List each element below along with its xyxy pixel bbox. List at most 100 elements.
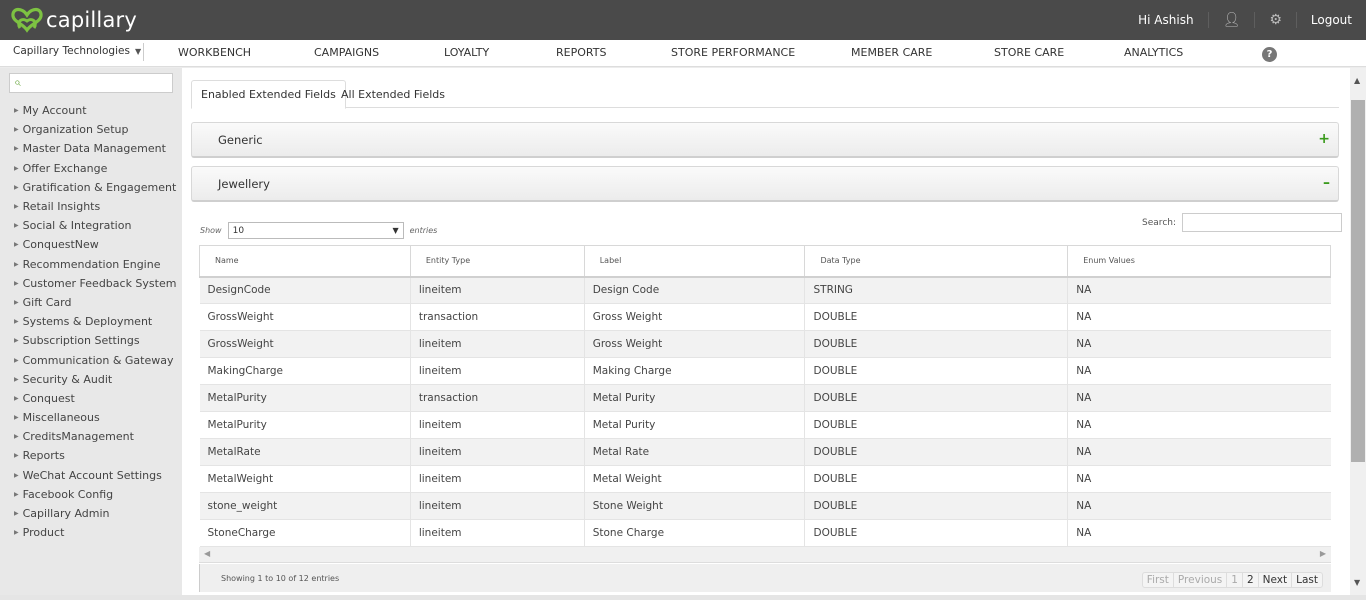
expand-arrow-icon: ▶ (14, 318, 19, 326)
nav-store-care[interactable]: STORE CARE (994, 46, 1064, 59)
pager-2[interactable]: 2 (1241, 573, 1258, 587)
sidebar-item[interactable]: ▶ Retail Insights (14, 197, 176, 216)
expand-arrow-icon: ▶ (14, 510, 19, 518)
tab-enabled-extended-fields[interactable]: Enabled Extended Fields (191, 80, 346, 109)
sidebar-item-label: Retail Insights (22, 200, 101, 214)
sidebar-item[interactable]: ▶ Systems & Deployment (14, 312, 176, 331)
sidebar-item[interactable]: ▶ Gift Card (14, 293, 176, 312)
nav-analytics[interactable]: ANALYTICS (1124, 46, 1183, 59)
pager-previous[interactable]: Previous (1172, 573, 1226, 587)
column-header-enum-values[interactable]: Enum Values (1067, 245, 1331, 278)
scroll-down-icon[interactable]: ▼ (1354, 578, 1360, 587)
expand-arrow-icon: ▶ (14, 490, 19, 498)
settings-button[interactable]: ⚙ (1254, 12, 1296, 28)
cell-name: GrossWeight (199, 330, 411, 358)
sidebar-menu: ▶ My Account ▶ Organization Setup ▶ Master Da… (14, 101, 176, 542)
sidebar-item[interactable]: ▶ Customer Feedback System (14, 274, 176, 293)
cell-label: Metal Rate (584, 438, 806, 466)
sidebar-item-label: Security & Audit (22, 372, 113, 386)
table-row[interactable]: GrossWeight transaction Gross Weight DOUBLE… (199, 303, 1331, 331)
sidebar-item[interactable]: ▶ Capillary Admin (14, 504, 176, 523)
column-header-data-type[interactable]: Data Type (804, 245, 1069, 278)
sidebar-item[interactable]: ▶ Organization Setup (14, 120, 176, 139)
sidebar-search-input[interactable]: ⌕ (9, 73, 173, 93)
scroll-left-icon[interactable]: ◀ (204, 549, 210, 558)
sidebar-item[interactable]: ▶ Reports (14, 446, 176, 465)
cell-label: Gross Weight (584, 303, 806, 331)
scroll-up-icon[interactable]: ▲ (1354, 76, 1360, 85)
cell-data-type: DOUBLE (804, 411, 1069, 439)
sidebar-item[interactable]: ▶ Conquest (14, 389, 176, 408)
sidebar-item[interactable]: ▶ Recommendation Engine (14, 255, 176, 274)
expand-arrow-icon: ▶ (14, 241, 19, 249)
nav-member-care[interactable]: MEMBER CARE (851, 46, 932, 59)
pager-1[interactable]: 1 (1226, 573, 1242, 587)
sidebar-item[interactable]: ▶ Security & Audit (14, 370, 176, 389)
sidebar-item[interactable]: ▶ Social & Integration (14, 216, 176, 235)
pager-last[interactable]: Last (1291, 573, 1322, 587)
sidebar-item[interactable]: ▶ ConquestNew (14, 235, 176, 254)
expand-arrow-icon: ▶ (14, 183, 19, 191)
bottom-edge (0, 595, 1366, 600)
sidebar-item[interactable]: ▶ Product (14, 523, 176, 542)
horizontal-scrollbar[interactable]: ◀ ▶ (199, 547, 1331, 563)
expand-icon[interactable]: + (1318, 131, 1330, 147)
sidebar-item[interactable]: ▶ Miscellaneous (14, 408, 176, 427)
sidebar-item[interactable]: ▶ Offer Exchange (14, 159, 176, 178)
expand-arrow-icon: ▶ (14, 394, 19, 402)
tab-all-extended-fields[interactable]: All Extended Fields (332, 80, 454, 109)
table-row[interactable]: MetalPurity transaction Metal Purity DOUBLE… (199, 384, 1331, 412)
cell-entity-type: lineitem (410, 411, 585, 439)
vertical-scrollbar[interactable]: ▲ ▼ (1350, 68, 1366, 595)
org-selector[interactable]: Capillary Technologies ▼ (13, 45, 141, 57)
column-header-label[interactable]: Label (583, 245, 806, 278)
sidebar-item-label: CreditsManagement (22, 430, 134, 444)
sidebar-item[interactable]: ▶ WeChat Account Settings (14, 466, 176, 485)
nav-reports[interactable]: REPORTS (556, 46, 606, 59)
logo[interactable]: capillary (10, 6, 137, 33)
cell-name: MetalWeight (199, 465, 411, 493)
table-row[interactable]: DesignCode lineitem Design Code STRING NA (199, 276, 1331, 304)
nav-workbench[interactable]: WORKBENCH (178, 46, 251, 59)
table-row[interactable]: StoneCharge lineitem Stone Charge DOUBLE NA (199, 519, 1331, 547)
help-icon[interactable]: ? (1262, 47, 1277, 62)
table-row[interactable]: GrossWeight lineitem Gross Weight DOUBLE NA (199, 330, 1331, 358)
panel-jewellery[interactable]: Jewellery – (191, 166, 1339, 202)
scroll-right-icon[interactable]: ▶ (1320, 549, 1326, 558)
table-row[interactable]: MakingCharge lineitem Making Charge DOUBLE N… (199, 357, 1331, 385)
sidebar-item[interactable]: ▶ Communication & Gateway (14, 350, 176, 369)
cell-data-type: DOUBLE (804, 357, 1069, 385)
pager-first[interactable]: First (1143, 573, 1173, 587)
sidebar-item[interactable]: ▶ Gratification & Engagement (14, 178, 176, 197)
column-header-name[interactable]: Name (199, 245, 411, 278)
sidebar-item[interactable]: ▶ Facebook Config (14, 485, 176, 504)
search-label: Search: (1142, 217, 1176, 228)
cell-name: GrossWeight (199, 303, 411, 331)
sidebar-item[interactable]: ▶ My Account (14, 101, 176, 120)
table-search: Search: (1142, 213, 1342, 232)
nav-campaigns[interactable]: CAMPAIGNS (314, 46, 379, 59)
page-size-select[interactable]: 10 ▼ (227, 222, 404, 239)
user-settings-button[interactable]: 👤︎ (1207, 12, 1255, 28)
scrollbar-thumb[interactable] (1351, 100, 1365, 462)
table-row[interactable]: MetalRate lineitem Metal Rate DOUBLE NA (199, 438, 1331, 466)
expand-arrow-icon: ▶ (14, 145, 19, 153)
sidebar-item-label: ConquestNew (22, 238, 99, 252)
sidebar-item[interactable]: ▶ Subscription Settings (14, 331, 176, 350)
sidebar-item[interactable]: ▶ Master Data Management (14, 139, 176, 158)
panel-generic[interactable]: Generic + (191, 122, 1339, 158)
sidebar-item[interactable]: ▶ CreditsManagement (14, 427, 176, 446)
sidebar-item-label: Customer Feedback System (22, 276, 177, 290)
cell-entity-type: transaction (410, 303, 585, 331)
table-search-input[interactable] (1182, 213, 1342, 232)
collapse-icon[interactable]: – (1323, 175, 1330, 191)
column-header-entity-type[interactable]: Entity Type (409, 245, 585, 278)
pager-next[interactable]: Next (1257, 573, 1291, 587)
table-row[interactable]: stone_weight lineitem Stone Weight DOUBLE NA (199, 492, 1331, 520)
table-row[interactable]: MetalWeight lineitem Metal Weight DOUBLE NA (199, 465, 1331, 493)
table-row[interactable]: MetalPurity lineitem Metal Purity DOUBLE NA (199, 411, 1331, 439)
nav-store-performance[interactable]: STORE PERFORMANCE (671, 46, 795, 59)
nav-loyalty[interactable]: LOYALTY (444, 46, 489, 59)
sidebar-item-label: Facebook Config (22, 487, 114, 501)
logout-link[interactable]: Logout (1295, 12, 1366, 28)
